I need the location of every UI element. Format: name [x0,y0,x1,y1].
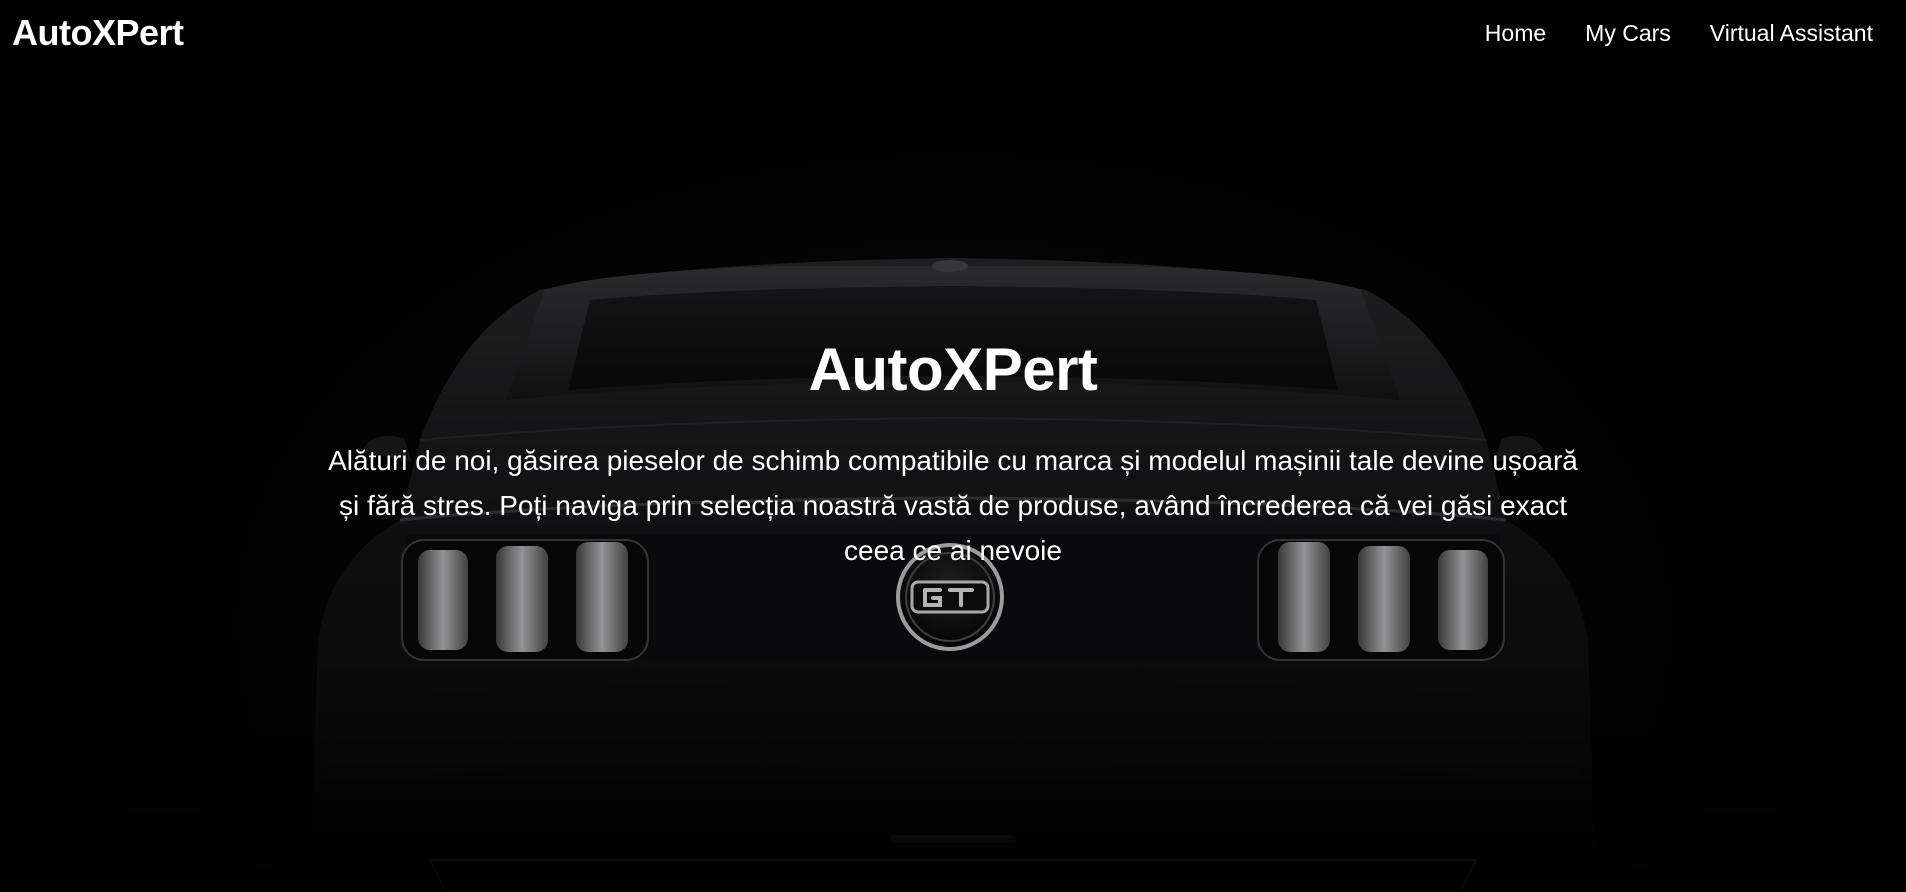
nav-links: Home My Cars Virtual Assistant [1485,20,1873,47]
brand-logo[interactable]: AutoXPert [12,12,184,54]
nav-link-my-cars[interactable]: My Cars [1585,20,1671,47]
hero-title: AutoXPert [808,336,1098,403]
page: AutoXPert Home My Cars Virtual Assistant… [0,0,1906,892]
navbar: AutoXPert Home My Cars Virtual Assistant [0,0,1906,68]
hero-description: Alături de noi, găsirea pieselor de schi… [328,445,1578,566]
nav-link-home[interactable]: Home [1485,20,1546,47]
nav-link-virtual-assistant[interactable]: Virtual Assistant [1710,20,1873,47]
hero-section: AutoXPert Alături de noi, găsirea piesel… [0,330,1906,573]
